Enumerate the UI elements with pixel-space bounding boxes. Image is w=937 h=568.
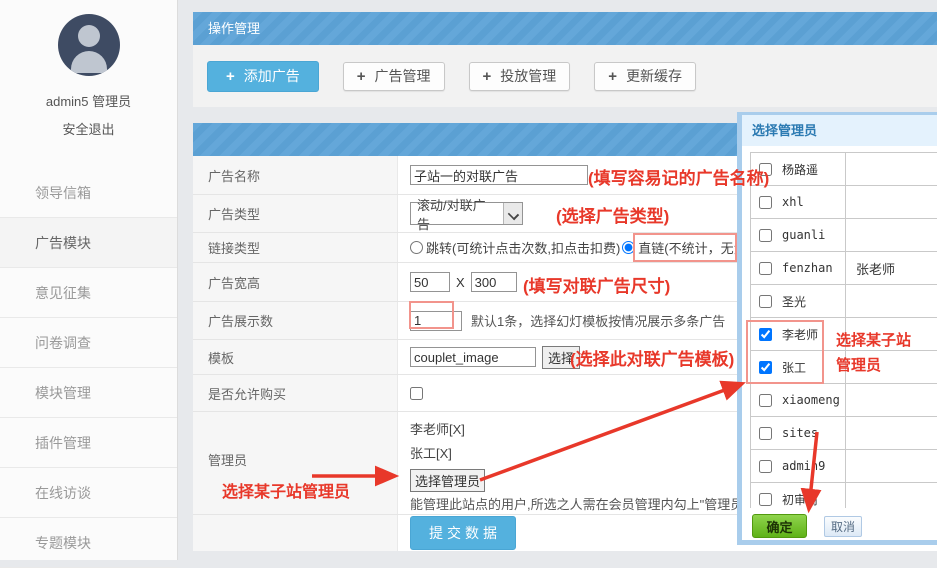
purchasable-label: 是否允许购买 [193, 375, 398, 411]
admin-checkbox[interactable] [759, 394, 772, 407]
admin-name: xhl [782, 195, 804, 209]
template-input[interactable] [410, 347, 536, 367]
operation-panel-title: 操作管理 [193, 12, 937, 45]
ad-width-input[interactable] [410, 272, 450, 292]
sidebar-username: admin5 管理员 [0, 91, 177, 110]
link-type-direct-radio[interactable] [622, 241, 635, 254]
delivery-manage-button[interactable]: + 投放管理 [469, 62, 571, 91]
user-avatar [58, 14, 120, 76]
purchasable-checkbox[interactable] [410, 387, 423, 400]
sidebar-item-opinion-collect[interactable]: 意见征集 [0, 268, 177, 318]
admin-checkbox[interactable] [759, 295, 772, 308]
admin-checkbox[interactable] [759, 493, 772, 506]
admin-row: xiaomeng [751, 384, 937, 417]
admin-checkbox[interactable] [759, 229, 772, 242]
plus-icon: + [483, 68, 492, 85]
admin-name: 杨路遥 [782, 161, 818, 178]
admin-name: fenzhan [782, 261, 833, 275]
ad-type-selected-value: 滚动/对联广告 [411, 195, 503, 233]
admin-name: admin9 [782, 459, 825, 473]
sidebar: admin5 管理员 安全退出 领导信箱 广告模块 意见征集 问卷调查 模块管理… [0, 0, 178, 560]
link-type-jump-label: 跳转(可统计点击次数,扣点击扣费) [426, 238, 620, 257]
manage-ad-button[interactable]: + 广告管理 [343, 62, 445, 91]
admin-checkbox[interactable] [759, 460, 772, 473]
template-pick-button[interactable]: 选择 [542, 346, 580, 369]
admin-checkbox[interactable] [759, 361, 772, 374]
logout-link[interactable]: 安全退出 [0, 119, 177, 138]
sidebar-item-online-interview[interactable]: 在线访谈 [0, 468, 177, 518]
admin-row: 杨路遥 [751, 153, 937, 186]
admin-row: 李老师 [751, 318, 937, 351]
admin-checkbox[interactable] [759, 163, 772, 176]
sidebar-menu: 领导信箱 广告模块 意见征集 问卷调查 模块管理 插件管理 在线访谈 专题模块 [0, 168, 177, 568]
link-type-jump-radio[interactable] [410, 241, 423, 254]
sidebar-item-survey[interactable]: 问卷调查 [0, 318, 177, 368]
plus-icon: + [608, 68, 617, 85]
operation-panel: 操作管理 + 添加广告 + 广告管理 + 投放管理 + 更新缓存 [193, 12, 937, 107]
template-label: 模板 [193, 340, 398, 374]
admin-name: 李老师 [782, 326, 818, 343]
popup-ok-button[interactable]: 确定 [752, 514, 807, 538]
admin-name: 初审周 [782, 491, 818, 508]
admin-row: fenzhan 张老师 [751, 252, 937, 285]
admin-note: 张老师 [846, 259, 895, 278]
admin-row: admin9 [751, 450, 937, 483]
admin-name: 张工 [782, 359, 806, 376]
plus-icon: + [357, 68, 366, 85]
sidebar-item-ad-module[interactable]: 广告模块 [0, 218, 177, 268]
admin-name: guanli [782, 228, 825, 242]
admin-checkbox[interactable] [759, 196, 772, 209]
ad-count-input[interactable] [410, 311, 462, 331]
admin-name: sites [782, 426, 818, 440]
popup-title: 选择管理员 [742, 115, 937, 146]
link-type-label: 链接类型 [193, 233, 398, 262]
admin-list: 杨路遥 xhl guanli fenzhan 张老师 圣光 李老师 [750, 152, 937, 508]
chevron-down-icon [503, 203, 522, 224]
pick-admin-button[interactable]: 选择管理员 [410, 469, 485, 492]
admin-checkbox[interactable] [759, 262, 772, 275]
size-separator: X [456, 275, 465, 290]
ad-name-label: 广告名称 [193, 156, 398, 194]
submit-button[interactable]: 提交数据 [410, 516, 516, 550]
popup-cancel-button[interactable]: 取消 [824, 516, 862, 537]
ad-count-hint: 默认1条，选择幻灯模板按情况展示多条广告 [471, 311, 725, 330]
admin-picker-popup: 选择管理员 杨路遥 xhl guanli fenzhan 张老师 圣光 [737, 112, 937, 545]
admin-name: xiaomeng [782, 393, 840, 407]
admin-name: 圣光 [782, 293, 806, 310]
toolbar: + 添加广告 + 广告管理 + 投放管理 + 更新缓存 [193, 45, 937, 107]
sidebar-item-module-manage[interactable]: 模块管理 [0, 368, 177, 418]
admin-row: guanli [751, 219, 937, 252]
admin-row: 张工 [751, 351, 937, 384]
sidebar-item-topic-module[interactable]: 专题模块 [0, 518, 177, 568]
admin-row: xhl [751, 186, 937, 219]
admin-row: 初审周 [751, 483, 937, 508]
ad-count-label: 广告展示数 [193, 302, 398, 339]
admin-checkbox[interactable] [759, 328, 772, 341]
sidebar-item-plugin-manage[interactable]: 插件管理 [0, 418, 177, 468]
admin-checkbox[interactable] [759, 427, 772, 440]
ad-height-input[interactable] [471, 272, 517, 292]
refresh-cache-button[interactable]: + 更新缓存 [594, 62, 696, 91]
add-ad-button[interactable]: + 添加广告 [207, 61, 319, 92]
ad-name-input[interactable] [410, 165, 588, 185]
plus-icon: + [226, 68, 235, 85]
admin-row: 圣光 [751, 285, 937, 318]
admins-label: 管理员 [193, 412, 398, 514]
sidebar-item-leader-mailbox[interactable]: 领导信箱 [0, 168, 177, 218]
avatar-person-icon [78, 25, 100, 47]
ad-type-label: 广告类型 [193, 195, 398, 232]
ad-size-label: 广告宽高 [193, 263, 398, 301]
admin-row: sites [751, 417, 937, 450]
ad-type-select[interactable]: 滚动/对联广告 [410, 202, 523, 225]
